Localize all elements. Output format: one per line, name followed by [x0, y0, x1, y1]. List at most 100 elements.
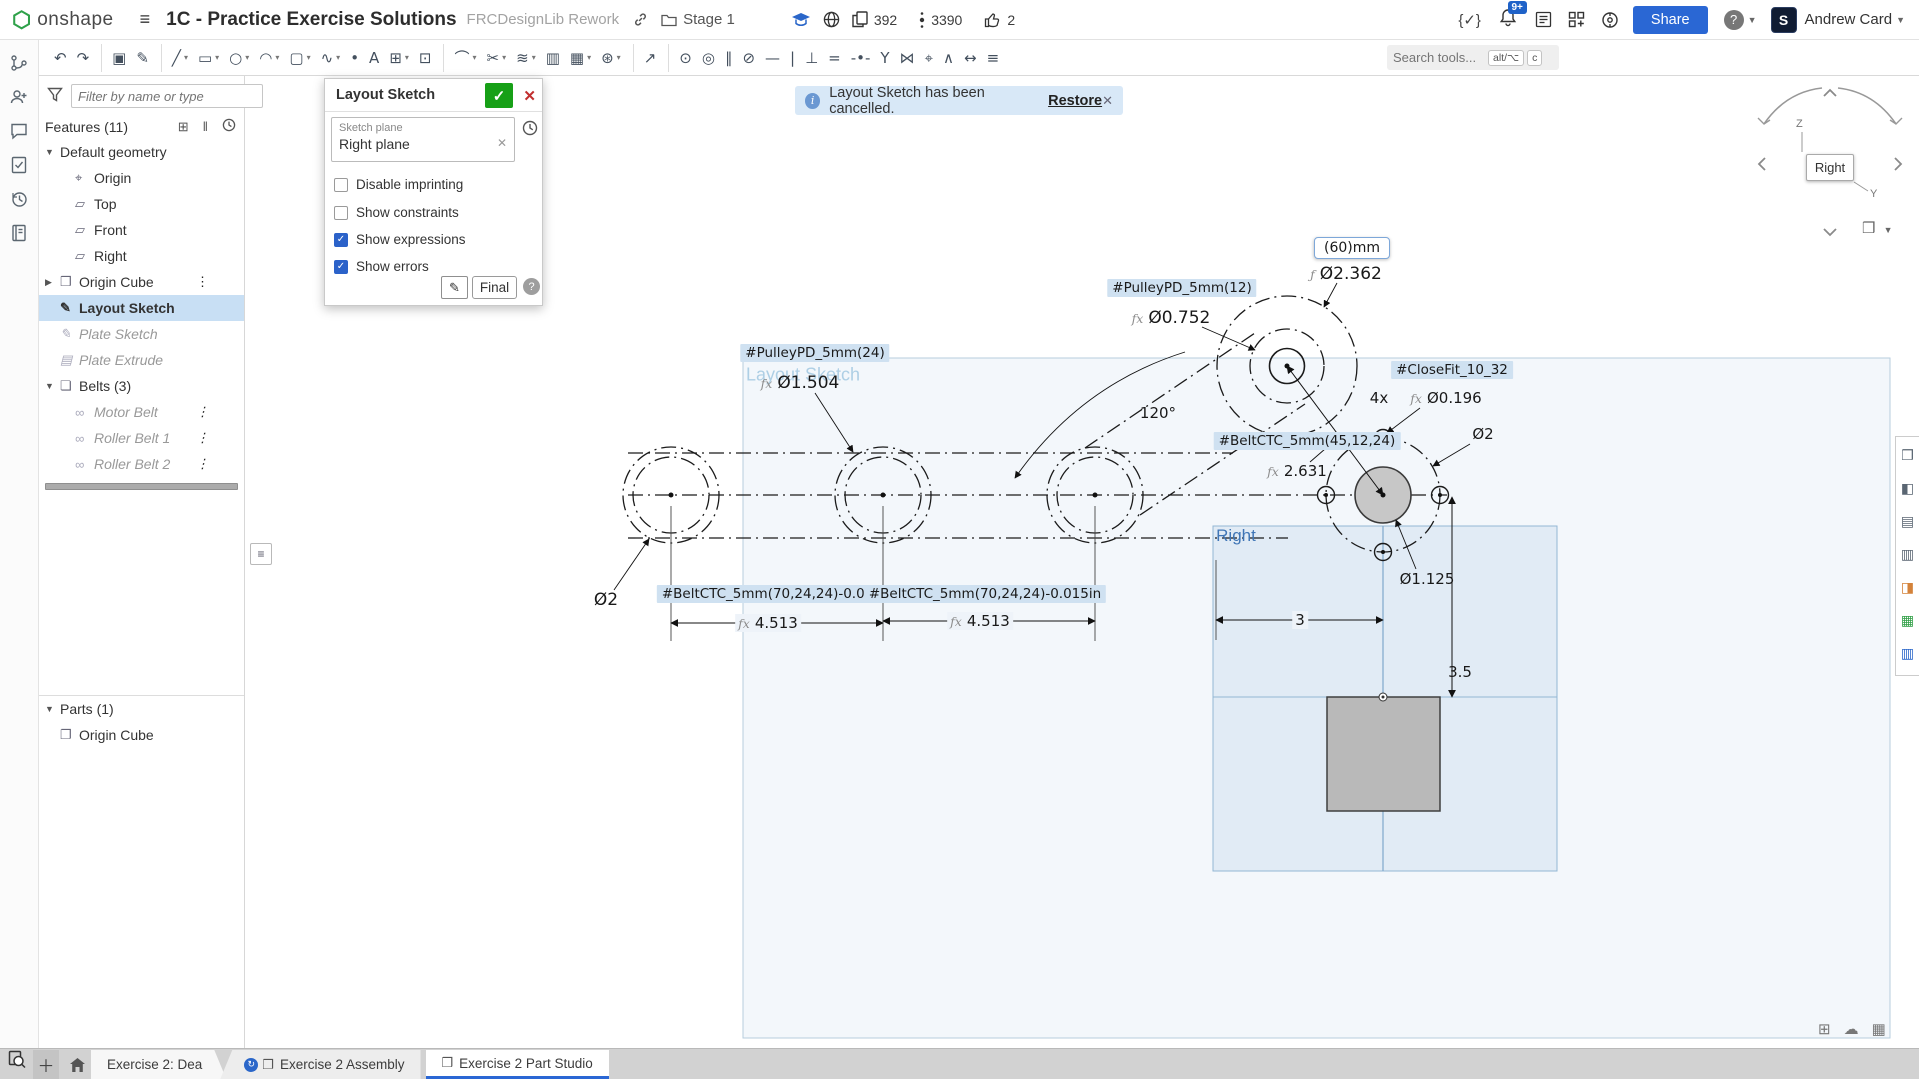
spreadsheet-panel-icon[interactable]: ▦ [1897, 604, 1919, 637]
user-name[interactable]: Andrew Card [1805, 11, 1893, 28]
featurescript-check-icon[interactable]: {✓} [1458, 11, 1481, 29]
cancel-x-button[interactable]: ✕ [523, 87, 536, 105]
measure-tool-icon[interactable]: ▥ [542, 44, 564, 72]
horizontal-constraint-icon[interactable]: — [761, 44, 784, 72]
config-panel-icon[interactable]: ▥ [1897, 538, 1919, 571]
expression-label[interactable]: #BeltCTC_5mm(70,24,24)-0.015in [657, 585, 899, 603]
tree-item-layout-sketch[interactable]: ✎Layout Sketch [39, 295, 244, 321]
checkbox-icon[interactable] [334, 178, 348, 192]
expression-label[interactable]: #PulleyPD_5mm(24) [740, 344, 889, 362]
sketch-plane-field[interactable]: Sketch plane Right plane✕ [331, 117, 515, 162]
dimension-label[interactable]: Ø2 [594, 590, 618, 610]
share-button[interactable]: Share [1633, 6, 1708, 34]
redo-icon[interactable]: ↷ [73, 44, 94, 72]
section-panel-icon[interactable]: ◧ [1897, 472, 1919, 505]
chevron-down-icon[interactable]: ▼ [45, 147, 60, 157]
fillet-tool-icon[interactable]: ⌒▾ [443, 44, 480, 72]
document-title[interactable]: 1C - Practice Exercise Solutions [166, 9, 456, 31]
parallel-constraint-icon[interactable]: ∥ [721, 44, 737, 72]
tab-exercise-2-assembly[interactable]: ↻❐Exercise 2 Assembly [220, 1050, 420, 1079]
imprint-icon[interactable]: ✎ [132, 44, 153, 72]
tasks-icon[interactable] [4, 150, 34, 180]
dimension-label[interactable]: 3 [1292, 611, 1308, 629]
printer-icon[interactable]: ⊞ [1818, 1020, 1831, 1038]
feature-state-clock-icon[interactable] [522, 120, 538, 139]
onshape-logo-text[interactable]: onshape [37, 9, 113, 31]
model-panel-icon[interactable]: ❒ [1897, 439, 1919, 472]
clear-selection-icon[interactable]: ✕ [497, 136, 507, 152]
linear-pattern-icon[interactable]: ▦▾ [566, 44, 595, 72]
dimension-label[interactable]: Ø2 [1472, 425, 1493, 443]
fix-constraint-icon[interactable]: ⌖ [921, 44, 937, 72]
chevron-down-icon[interactable]: ▼ [45, 704, 60, 714]
apps-icon[interactable] [1568, 11, 1585, 28]
learning-center-icon[interactable] [1601, 11, 1619, 29]
appearance-panel-icon[interactable]: ◨ [1897, 571, 1919, 604]
user-menu-caret-icon[interactable]: ▼ [1896, 15, 1905, 25]
midpoint-constraint-icon[interactable]: -•- [847, 44, 875, 72]
drag-dots-icon[interactable]: ⋮ [196, 456, 208, 472]
rollback-bar[interactable] [45, 483, 238, 490]
tree-item-roller-belt-2[interactable]: ∞Roller Belt 2⋮ [39, 451, 244, 477]
graphics-canvas[interactable]: Layout Sketch Right (60)mmƒØ2.362#Pulley… [0, 0, 1919, 1079]
tree-group-belts[interactable]: ▼❏Belts (3) [39, 373, 244, 399]
rollback-clock-icon[interactable] [222, 118, 236, 135]
transform-tool-icon[interactable]: ↗ [633, 44, 661, 72]
notifications-bell-icon[interactable]: 9+ [1499, 8, 1517, 32]
tool-search-box[interactable]: alt/⌥ c [1387, 45, 1559, 70]
tree-item-part-origin-cube[interactable]: ❐Origin Cube [39, 722, 244, 748]
checkbox-show-expressions[interactable]: ✓Show expressions [334, 232, 466, 247]
tree-item-front-plane[interactable]: ▱Front [39, 217, 244, 243]
tree-item-origin[interactable]: ⌖Origin [39, 165, 244, 191]
normal-constraint-icon[interactable]: ∧ [939, 44, 958, 72]
arc-tool-icon[interactable]: ◠▾ [255, 44, 283, 72]
filter-icon[interactable] [47, 87, 63, 105]
final-button[interactable]: Final [472, 276, 517, 299]
use-project-tool-icon[interactable]: ⊡ [415, 44, 436, 72]
line-tool-icon[interactable]: ╱▾ [161, 44, 192, 72]
vertical-constraint-icon[interactable]: | [786, 44, 799, 72]
pierce-constraint-icon[interactable]: Y [876, 44, 893, 72]
coincident-constraint-icon[interactable]: ⊙ [668, 44, 696, 72]
tree-group-default-geometry[interactable]: ▼Default geometry [39, 139, 244, 165]
dimension-label[interactable]: fxØ0.752 [1132, 308, 1211, 328]
new-folder-icon[interactable]: ⊞ [178, 119, 189, 135]
tangent-constraint-icon[interactable]: ⊘ [738, 44, 759, 72]
notes-icon[interactable] [4, 218, 34, 248]
tree-item-roller-belt-1[interactable]: ∞Roller Belt 1⋮ [39, 425, 244, 451]
spline-tool-icon[interactable]: ∿▾ [317, 44, 345, 72]
undo-icon[interactable]: ↶ [50, 44, 71, 72]
versions-icon[interactable] [4, 48, 34, 78]
tree-item-motor-belt[interactable]: ∞Motor Belt⋮ [39, 399, 244, 425]
dimension-label[interactable]: Ø1.125 [1400, 570, 1455, 588]
chevron-right-icon[interactable]: ▶ [45, 277, 60, 288]
view-cube-menu[interactable]: ❒ ▼ [1862, 219, 1893, 237]
dimension-tool-icon[interactable]: ↔ [960, 44, 981, 72]
history-icon[interactable] [4, 184, 34, 214]
expression-label[interactable]: #CloseFit_10_32 [1391, 361, 1513, 379]
equal-constraint-icon[interactable]: = [824, 44, 845, 72]
dimension-label[interactable]: 3.5 [1448, 663, 1472, 681]
tree-item-plate-extrude[interactable]: ▤Plate Extrude [39, 347, 244, 373]
checkbox-checked-icon[interactable]: ✓ [334, 233, 348, 247]
checkbox-checked-icon[interactable]: ✓ [334, 260, 348, 274]
checkbox-disable-imprinting[interactable]: Disable imprinting [334, 177, 463, 192]
tab-exercise-2-part-studio[interactable]: ❒Exercise 2 Part Studio [426, 1050, 609, 1079]
chevron-down-icon[interactable]: ▼ [45, 381, 60, 391]
dialog-help-icon[interactable]: ? [523, 278, 540, 295]
angle-dimension[interactable]: 120° [1140, 404, 1176, 422]
dimension-label[interactable]: fx4.513 [735, 614, 801, 632]
comments-icon[interactable] [4, 116, 34, 146]
circular-pattern-icon[interactable]: ⊛▾ [597, 44, 625, 72]
restore-link[interactable]: Restore [1048, 93, 1102, 109]
offset-tool-icon[interactable]: ≋▾ [512, 44, 540, 72]
table-panel-icon[interactable]: ▥ [1897, 637, 1919, 670]
trim-tool-icon[interactable]: ✂▾ [483, 44, 511, 72]
drag-dots-icon[interactable]: ⋮ [196, 430, 208, 446]
concentric-constraint-icon[interactable]: ◎ [698, 44, 719, 72]
tool-search-input[interactable] [1393, 50, 1485, 65]
cloud-icon[interactable]: ☁ [1844, 1020, 1859, 1038]
dimension-label[interactable]: fx4.513 [947, 612, 1013, 630]
hatch-icon[interactable]: ≡ [983, 44, 1004, 72]
expression-label[interactable]: #BeltCTC_5mm(45,12,24) [1214, 432, 1401, 450]
